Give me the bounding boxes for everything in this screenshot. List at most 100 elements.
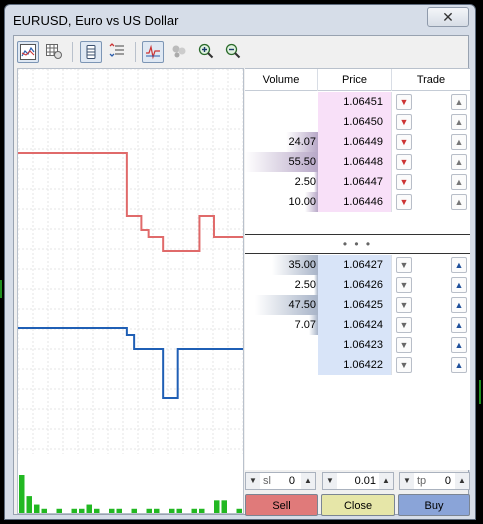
sl-label: sl (263, 475, 271, 487)
sell-limit-button[interactable]: ▼ (396, 337, 412, 353)
chevron-down-icon[interactable]: ▼ (323, 473, 337, 489)
volume-histogram-bar (56, 508, 62, 513)
title-bar[interactable]: EURUSD, Euro vs US Dollar ✕ (5, 5, 475, 35)
sell-limit-button[interactable]: ▼ (396, 194, 412, 210)
close-button[interactable]: ✕ (427, 7, 469, 27)
stop-loss-spinner[interactable]: ▼ sl ▲ (245, 472, 316, 490)
buy-limit-button[interactable]: ▲ (451, 297, 467, 313)
buy-limit-button[interactable]: ▲ (451, 257, 467, 273)
sell-button[interactable]: Sell (245, 494, 318, 516)
volume-histogram-bar (86, 504, 92, 513)
price-cell[interactable]: 1.06422 (318, 355, 392, 375)
volume-cell (245, 355, 318, 375)
buy-limit-button[interactable]: ▲ (451, 114, 467, 130)
buy-limit-button[interactable]: ▲ (451, 154, 467, 170)
buy-button[interactable]: Buy (398, 494, 470, 516)
volume-histogram-bar (236, 508, 242, 513)
volume-histogram-bar (199, 508, 205, 513)
chevron-up-icon: ▲ (454, 177, 464, 187)
volume-value: 2.50 (294, 176, 316, 188)
price-cell[interactable]: 1.06449 (318, 132, 392, 152)
volume-cell: 35.00 (245, 255, 318, 275)
sell-limit-button[interactable]: ▼ (396, 114, 412, 130)
chevron-up-icon: ▲ (454, 157, 464, 167)
sell-limit-button[interactable]: ▼ (396, 154, 412, 170)
price-cell[interactable]: 1.06450 (318, 112, 392, 132)
volume-lot-spinner[interactable]: ▼ ▲ (322, 472, 394, 490)
sell-limit-button[interactable]: ▼ (396, 277, 412, 293)
chevron-down-icon: ▼ (399, 97, 409, 107)
close-icon: ✕ (442, 9, 454, 25)
sell-limit-button[interactable]: ▼ (396, 297, 412, 313)
window-title: EURUSD, Euro vs US Dollar (13, 13, 179, 28)
chevron-down-icon[interactable]: ▼ (400, 473, 414, 489)
order-list-icon[interactable] (107, 41, 129, 63)
volume-value: 24.07 (288, 136, 316, 148)
price-cell[interactable]: 1.06426 (318, 275, 392, 295)
volume-cell: 24.07 (245, 132, 318, 152)
sell-limit-button[interactable]: ▼ (396, 357, 412, 373)
bubbles-icon[interactable] (169, 41, 191, 63)
volume-cell: 47.50 (245, 295, 318, 315)
chevron-down-icon: ▼ (399, 137, 409, 147)
ask-price-line (18, 152, 243, 252)
volume-histogram-bar (154, 508, 160, 513)
price-cell[interactable]: 1.06446 (318, 192, 392, 212)
volume-histogram-bar (116, 508, 122, 513)
chevron-down-icon[interactable]: ▼ (246, 473, 260, 489)
close-position-button[interactable]: Close (321, 494, 395, 516)
chevron-down-icon: ▼ (399, 197, 409, 207)
ask-row: 1.06450 ▼ ▲ (245, 112, 470, 132)
sell-limit-button[interactable]: ▼ (396, 257, 412, 273)
trade-header: Trade (416, 74, 446, 86)
sell-limit-button[interactable]: ▼ (396, 174, 412, 190)
price-cell[interactable]: 1.06425 (318, 295, 392, 315)
bid-row: 35.00 1.06427 ▼ ▲ (245, 255, 470, 275)
volume-value: 10.00 (288, 196, 316, 208)
sell-limit-button[interactable]: ▼ (396, 134, 412, 150)
price-cell[interactable]: 1.06447 (318, 172, 392, 192)
price-header: Price (318, 69, 392, 91)
zoom-out-icon[interactable] (223, 41, 245, 63)
tick-chart-icon[interactable] (142, 41, 164, 63)
depth-of-market-icon[interactable] (80, 41, 102, 63)
chevron-down-icon: ▼ (399, 117, 409, 127)
lot-size-field[interactable] (339, 473, 377, 489)
chart-icon[interactable] (17, 41, 39, 63)
chevron-up-icon: ▲ (454, 360, 464, 370)
buy-limit-button[interactable]: ▲ (451, 194, 467, 210)
volume-histogram-bar (214, 500, 220, 513)
take-profit-spinner[interactable]: ▼ tp ▲ (399, 472, 470, 490)
price-cell[interactable]: 1.06451 (318, 92, 392, 112)
price-cell[interactable]: 1.06423 (318, 335, 392, 355)
chevron-up-icon[interactable]: ▲ (455, 473, 469, 489)
buy-limit-button[interactable]: ▲ (451, 174, 467, 190)
sell-limit-button[interactable]: ▼ (396, 317, 412, 333)
buy-limit-button[interactable]: ▲ (451, 337, 467, 353)
price-cell[interactable]: 1.06448 (318, 152, 392, 172)
price-cell[interactable]: 1.06424 (318, 315, 392, 335)
buy-limit-button[interactable]: ▲ (451, 357, 467, 373)
volume-histogram-bar (169, 508, 175, 513)
buy-limit-button[interactable]: ▲ (451, 317, 467, 333)
bid-row: 1.06422 ▼ ▲ (245, 355, 470, 375)
ask-row: 55.50 1.06448 ▼ ▲ (245, 152, 470, 172)
buy-limit-button[interactable]: ▲ (451, 134, 467, 150)
chevron-down-icon: ▼ (399, 340, 409, 350)
price-cell[interactable]: 1.06427 (318, 255, 392, 275)
volume-histogram-bar (191, 508, 197, 513)
table-grid-icon[interactable] (44, 41, 66, 63)
stop-loss-field[interactable] (274, 473, 296, 489)
depth-of-market-table: Volume Price Trade 1.06451 ▼ ▲ 1.06450 ▼ ▲ 24.… (245, 68, 470, 470)
buy-limit-button[interactable]: ▲ (451, 277, 467, 293)
chevron-up-icon[interactable]: ▲ (301, 473, 315, 489)
volume-value: 2.50 (294, 279, 316, 291)
chevron-up-icon: ▲ (454, 260, 464, 270)
tick-chart[interactable] (17, 68, 244, 514)
zoom-in-icon[interactable] (196, 41, 218, 63)
sell-limit-button[interactable]: ▼ (396, 94, 412, 110)
take-profit-field[interactable] (430, 473, 452, 489)
ask-row: 1.06451 ▼ ▲ (245, 92, 470, 112)
chevron-up-icon[interactable]: ▲ (379, 473, 393, 489)
buy-limit-button[interactable]: ▲ (451, 94, 467, 110)
